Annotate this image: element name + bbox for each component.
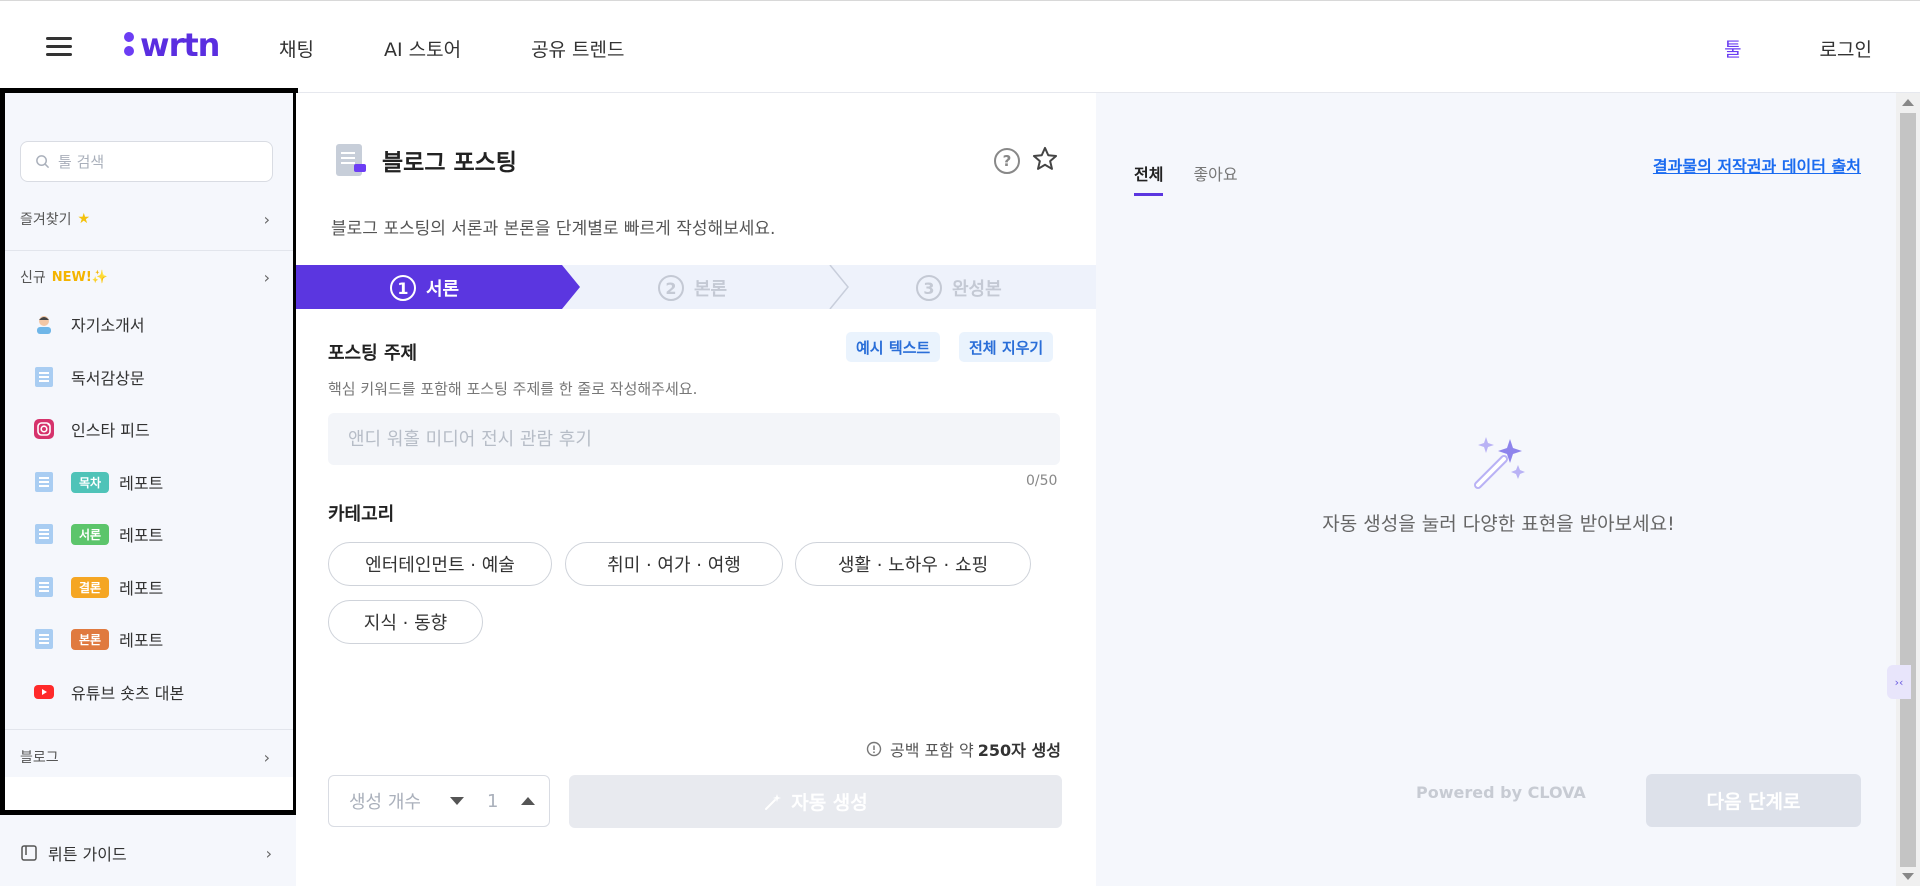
generation-note-value: 250자 생성 xyxy=(977,741,1061,760)
scroll-down-arrow-icon[interactable] xyxy=(1902,873,1914,880)
nav-chat[interactable]: 채팅 xyxy=(279,35,314,62)
count-label: 생성 개수 xyxy=(349,792,421,813)
topic-hint: 핵심 키워드를 포함해 포스팅 주제를 한 줄로 작성해주세요. xyxy=(328,380,698,398)
results-panel: 전체 좋아요 결과물의 저작권과 데이터 출처 자동 생성을 눌러 다양한 표현… xyxy=(1096,93,1896,886)
book-icon xyxy=(21,845,37,861)
favorite-star-icon[interactable] xyxy=(1031,145,1059,173)
step-3-number: 3 xyxy=(916,275,942,301)
step-indicator: 1 서론 2 본론 3 완성본 xyxy=(296,265,1096,309)
nav-ai-store[interactable]: AI 스토어 xyxy=(384,35,461,62)
page-scrollbar[interactable] xyxy=(1896,93,1920,886)
logo-mark-icon xyxy=(122,30,136,60)
result-tabs: 전체 좋아요 xyxy=(1134,161,1268,196)
empty-state-message: 자동 생성을 눌러 다양한 표현을 받아보세요! xyxy=(1322,513,1675,535)
chevron-right-icon: › xyxy=(265,843,272,863)
auto-generate-label: 자동 생성 xyxy=(791,792,868,814)
clear-all-button[interactable]: 전체 지우기 xyxy=(959,332,1054,362)
step-3[interactable]: 3 완성본 xyxy=(916,275,1002,301)
increment-arrow-icon[interactable] xyxy=(520,796,536,806)
generation-note-prefix: 공백 포함 약 xyxy=(890,741,974,760)
panel-collapse-icon[interactable]: ›‹ xyxy=(1887,665,1911,699)
guide-link[interactable]: 뤼튼 가이드 › xyxy=(20,841,272,865)
help-icon[interactable]: ? xyxy=(994,148,1020,174)
blog-document-icon xyxy=(336,144,366,176)
magic-wand-icon xyxy=(765,793,782,810)
sidebar-highlight-frame xyxy=(0,88,298,815)
top-header: wrtn 채팅 AI 스토어 공유 트렌드 툴 로그인 xyxy=(0,0,1920,93)
step-1-label: 서론 xyxy=(426,279,460,300)
step-2-label: 본론 xyxy=(694,279,728,300)
generation-note: 공백 포함 약 250자 생성 xyxy=(866,737,1061,761)
app-root: wrtn 채팅 AI 스토어 공유 트렌드 툴 로그인 즐겨찾기 ★ › xyxy=(0,0,1920,886)
powered-by-label: Powered by CLOVA xyxy=(1416,783,1586,802)
tool-form-panel: 블로그 포스팅 ? 블로그 포스팅의 서론과 본론을 단계별로 빠르게 작성해보… xyxy=(296,93,1096,886)
menu-icon[interactable] xyxy=(46,37,72,57)
header-right: 툴 로그인 xyxy=(1724,35,1872,62)
auto-generate-button[interactable]: 자동 생성 xyxy=(569,775,1062,828)
scrollbar-thumb[interactable] xyxy=(1900,113,1916,867)
page-header: 블로그 포스팅 xyxy=(336,143,517,177)
decrement-arrow-icon[interactable] xyxy=(449,796,465,806)
topic-title: 포스팅 주제 xyxy=(328,343,418,364)
next-step-button[interactable]: 다음 단계로 xyxy=(1646,774,1861,827)
step-3-label: 완성본 xyxy=(952,279,1002,300)
category-title: 카테고리 xyxy=(328,504,395,525)
topic-input[interactable] xyxy=(328,413,1060,465)
scroll-up-arrow-icon[interactable] xyxy=(1902,99,1914,106)
count-value: 1 xyxy=(486,790,499,812)
example-text-button[interactable]: 예시 텍스트 xyxy=(846,332,941,362)
page-description: 블로그 포스팅의 서론과 본론을 단계별로 빠르게 작성해보세요. xyxy=(331,219,776,239)
step-1[interactable]: 1 서론 xyxy=(390,275,459,301)
step-1-number: 1 xyxy=(390,275,416,301)
category-chip-living[interactable]: 생활 · 노하우 · 쇼핑 xyxy=(795,542,1031,586)
step-2[interactable]: 2 본론 xyxy=(658,275,727,301)
category-chip-hobby[interactable]: 취미 · 여가 · 여행 xyxy=(565,542,783,586)
nav-trends[interactable]: 공유 트렌드 xyxy=(531,35,624,62)
main-nav: 채팅 AI 스토어 공유 트렌드 xyxy=(279,35,695,62)
info-icon xyxy=(866,741,882,757)
guide-title: 뤼튼 가이드 xyxy=(20,841,127,865)
category-chip-entertainment[interactable]: 엔터테인먼트 · 예술 xyxy=(328,542,552,586)
tab-liked[interactable]: 좋아요 xyxy=(1193,161,1237,196)
page-title: 블로그 포스팅 xyxy=(382,150,517,176)
step-2-number: 2 xyxy=(658,275,684,301)
tab-all[interactable]: 전체 xyxy=(1134,161,1164,196)
guide-footer: 뤼튼 가이드 › xyxy=(0,817,296,886)
category-chip-knowledge[interactable]: 지식 · 동향 xyxy=(328,600,483,644)
topic-char-counter: 0/50 xyxy=(1026,473,1058,489)
wrtn-logo[interactable]: wrtn xyxy=(122,26,220,64)
nav-tool[interactable]: 툴 xyxy=(1724,35,1741,62)
guide-label: 뤼튼 가이드 xyxy=(48,845,127,864)
login-link[interactable]: 로그인 xyxy=(1820,35,1872,62)
generation-count-stepper[interactable]: 생성 개수 1 xyxy=(328,775,550,827)
logo-text: wrtn xyxy=(140,26,220,64)
magic-wand-icon xyxy=(1474,437,1525,489)
copyright-link[interactable]: 결과물의 저작권과 데이터 출처 xyxy=(1653,153,1861,177)
